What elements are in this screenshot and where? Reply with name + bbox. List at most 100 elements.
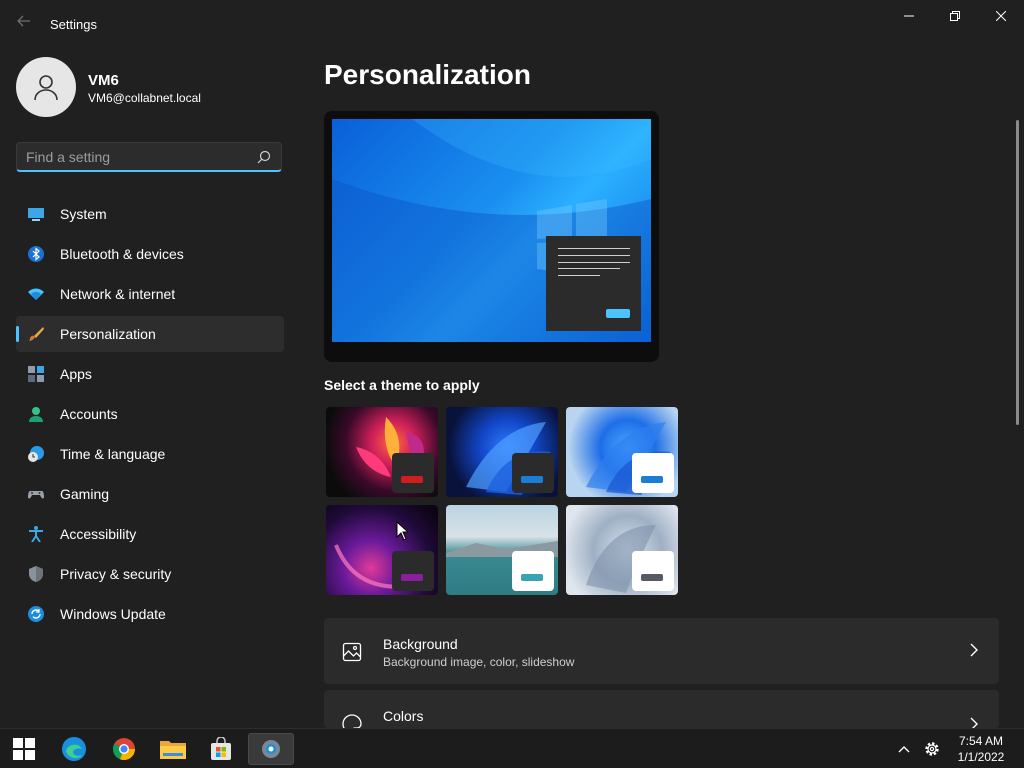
accessibility-icon <box>29 526 43 542</box>
clock[interactable]: 7:54 AM 1/1/2022 <box>948 733 1014 765</box>
sidebar-item-network[interactable]: Network & internet <box>16 276 284 312</box>
preview-window <box>546 236 641 331</box>
tray-settings-button[interactable] <box>918 733 946 765</box>
theme-window-sample <box>512 551 554 591</box>
sidebar-item-system[interactable]: System <box>16 196 284 232</box>
sidebar-item-label: Windows Update <box>60 606 166 622</box>
theme-accent-bar <box>521 476 543 483</box>
sidebar-item-personalization[interactable]: Personalization <box>16 316 284 352</box>
theme-accent-bar <box>401 476 423 483</box>
image-icon <box>342 642 362 662</box>
edge-button[interactable] <box>54 733 94 765</box>
palette-icon <box>342 714 362 728</box>
sidebar-item-label: Accessibility <box>60 526 137 542</box>
chrome-button[interactable] <box>104 733 144 765</box>
card-title: Colors <box>383 708 424 724</box>
shield-icon <box>29 566 43 582</box>
start-icon <box>13 738 35 760</box>
card-title: Background <box>383 636 458 652</box>
theme-thumbnail[interactable] <box>326 505 438 595</box>
bluetooth-icon <box>28 246 44 262</box>
clock-date: 1/1/2022 <box>957 750 1005 764</box>
sidebar-nav: System Bluetooth & devices Network & int… <box>16 196 284 636</box>
person-icon <box>29 407 43 422</box>
sidebar-item-label: System <box>60 206 107 222</box>
show-hidden-icons-button[interactable] <box>890 733 918 765</box>
sidebar-item-label: Time & language <box>60 446 166 462</box>
theme-thumbnail[interactable] <box>446 505 558 595</box>
page-title: Personalization <box>324 59 531 90</box>
arrow-left-icon <box>17 15 30 27</box>
start-button[interactable] <box>4 733 44 765</box>
background-settings-card[interactable]: Background Background image, color, slid… <box>324 618 999 684</box>
sidebar-item-apps[interactable]: Apps <box>16 356 284 392</box>
theme-thumbnail[interactable] <box>446 407 558 497</box>
taskbar: 7:54 AM 1/1/2022 <box>0 728 1024 768</box>
theme-thumbnail[interactable] <box>566 407 678 497</box>
sidebar-item-label: Gaming <box>60 486 110 502</box>
minimize-icon <box>904 15 914 17</box>
chrome-icon <box>112 738 136 761</box>
chevron-right-icon <box>970 717 978 728</box>
gamepad-icon <box>28 491 44 499</box>
file-explorer-icon <box>160 741 186 759</box>
store-icon <box>211 737 231 760</box>
minimize-button[interactable] <box>886 0 932 32</box>
restore-icon <box>950 11 960 21</box>
sidebar-item-accounts[interactable]: Accounts <box>16 396 284 432</box>
preview-text-line <box>558 268 620 269</box>
preview-text-line <box>558 255 630 256</box>
close-button[interactable] <box>978 0 1024 32</box>
theme-thumbnail[interactable] <box>326 407 438 497</box>
theme-accent-bar <box>641 476 663 483</box>
store-button[interactable] <box>201 733 241 765</box>
user-icon <box>34 75 58 101</box>
restore-button[interactable] <box>932 0 978 32</box>
monitor-icon <box>28 208 44 221</box>
card-subtitle: Background image, color, slideshow <box>383 655 575 669</box>
theme-accent-bar <box>401 574 423 581</box>
sidebar-item-label: Accounts <box>60 406 118 422</box>
mouse-cursor <box>396 521 408 541</box>
theme-accent-bar <box>521 574 543 581</box>
search-box[interactable] <box>16 142 282 172</box>
sidebar-item-label: Apps <box>60 366 92 382</box>
back-button[interactable] <box>14 14 34 34</box>
file-explorer-button[interactable] <box>153 733 193 765</box>
preview-text-line <box>558 248 630 249</box>
sidebar-item-label: Personalization <box>60 326 156 342</box>
sidebar-item-bluetooth[interactable]: Bluetooth & devices <box>16 236 284 272</box>
clock-globe-icon <box>28 446 44 462</box>
search-icon[interactable] <box>257 150 271 164</box>
theme-accent-bar <box>641 574 663 581</box>
clock-time: 7:54 AM <box>958 734 1004 748</box>
settings-taskbar-button[interactable] <box>248 733 294 765</box>
gear-icon <box>925 742 939 756</box>
settings-gear-icon <box>262 740 280 758</box>
user-name: VM6 <box>88 72 119 89</box>
sidebar-item-gaming[interactable]: Gaming <box>16 476 284 512</box>
sidebar-item-label: Privacy & security <box>60 566 172 582</box>
apps-icon <box>28 366 44 382</box>
sidebar-item-privacy-security[interactable]: Privacy & security <box>16 556 284 592</box>
theme-thumbnail[interactable] <box>566 505 678 595</box>
scrollbar[interactable] <box>1016 120 1019 425</box>
preview-text-line <box>558 275 600 276</box>
title-bar: Settings <box>0 0 1024 48</box>
sidebar-item-windows-update[interactable]: Windows Update <box>16 596 284 632</box>
user-email: VM6@collabnet.local <box>88 91 201 105</box>
chevron-up-icon <box>898 746 910 753</box>
sidebar-item-accessibility[interactable]: Accessibility <box>16 516 284 552</box>
preview-accent-button <box>606 309 630 318</box>
paintbrush-icon <box>29 327 44 341</box>
colors-settings-card[interactable]: Colors <box>324 690 999 728</box>
theme-window-sample <box>392 551 434 591</box>
update-icon <box>28 606 44 622</box>
preview-text-line <box>558 262 630 263</box>
theme-window-sample <box>512 453 554 493</box>
chevron-right-icon <box>970 643 978 657</box>
sidebar-item-time-language[interactable]: Time & language <box>16 436 284 472</box>
search-input[interactable] <box>26 148 246 166</box>
theme-window-sample <box>632 551 674 591</box>
avatar[interactable] <box>16 57 76 117</box>
